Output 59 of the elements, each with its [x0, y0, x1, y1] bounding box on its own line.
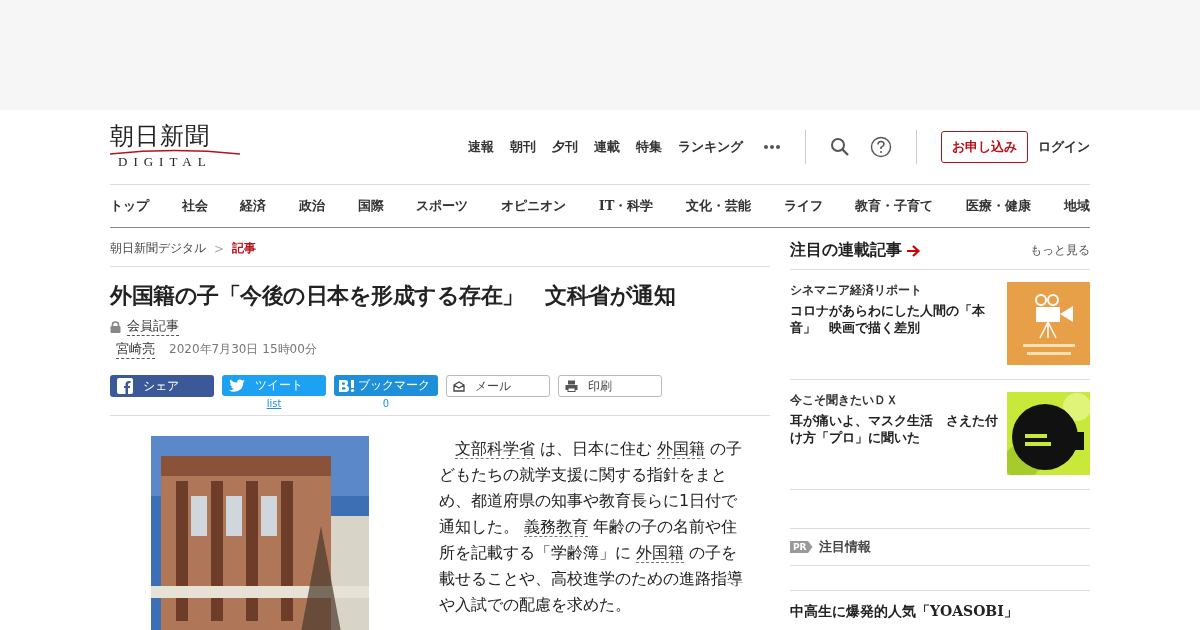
mail-icon: [453, 380, 465, 392]
top-link[interactable]: 速報: [468, 138, 494, 156]
nav-link[interactable]: トップ: [110, 197, 149, 215]
lock-icon: [110, 320, 121, 333]
top-link[interactable]: 連載: [594, 138, 620, 156]
search-icon[interactable]: [830, 137, 850, 157]
sidebar-title: 注目の連載記事: [790, 240, 902, 261]
author-name[interactable]: 宮崎亮: [116, 340, 155, 359]
series-label: 今こそ聞きたいＤＸ: [790, 392, 899, 409]
share-button[interactable]: シェア: [110, 375, 214, 397]
breadcrumb-separator: >: [214, 241, 225, 256]
login-link[interactable]: ログイン: [1038, 138, 1090, 156]
share-count[interactable]: 0: [382, 398, 390, 409]
nav-link[interactable]: スポーツ: [416, 197, 469, 215]
pr-title: 注目情報: [818, 538, 871, 556]
term-link[interactable]: 外国籍: [636, 543, 685, 563]
share-button[interactable]: メール: [446, 375, 550, 397]
top-link[interactable]: 朝刊: [510, 138, 536, 156]
nav-link[interactable]: 文化・芸能: [686, 197, 752, 215]
series-label: シネマニア経済リポート: [790, 282, 923, 299]
nav-link[interactable]: 教育・子育て: [855, 197, 934, 215]
breadcrumb-link[interactable]: 記事: [232, 240, 257, 257]
top-link[interactable]: ランキング: [678, 138, 743, 156]
article-paragraph: 文部科学省 は、日本に住む 外国籍 の子どもたちの就学支援に関する指針をまとめ、都道府県の知事や教育長らに1日付で通知した。 義務教育 年齢の子の名前や住所を記載する「学齢簿」に 外国籍 の子を載せることや、高校進学のための進路指導や入試での配慮を求めた。: [439, 438, 744, 616]
arrow-icon: [907, 244, 921, 257]
nav-link[interactable]: 社会: [181, 197, 208, 215]
top-link[interactable]: 夕刊: [552, 138, 578, 156]
nav-link[interactable]: 政治: [299, 197, 325, 215]
nav-link[interactable]: 国際: [357, 197, 384, 215]
bird-icon: [229, 378, 245, 393]
hatena-icon: [338, 378, 356, 393]
article-title: 外国籍の子「今後の日本を形成する存在」 文科省が通知: [110, 282, 676, 310]
term-link[interactable]: 外国籍: [657, 439, 706, 459]
nav-link[interactable]: ライフ: [783, 197, 823, 215]
help-icon[interactable]: [870, 136, 892, 158]
more-icon[interactable]: [763, 144, 781, 150]
share-button[interactable]: 印刷: [558, 375, 662, 397]
breadcrumb-link[interactable]: 朝日新聞デジタル: [110, 240, 206, 257]
headline-link[interactable]: 中高生に爆発的人気「YOASOBI」: [790, 603, 1090, 621]
pr-badge: PR: [790, 541, 813, 553]
headline-link[interactable]: コロナがあらわにした人間の「本音」 映画で描く差別: [790, 302, 1002, 336]
nav-link[interactable]: 医療・健康: [966, 197, 1032, 215]
term-link[interactable]: 文部科学省: [455, 439, 535, 459]
subscribe-button[interactable]: お申し込み: [941, 131, 1028, 163]
printer-icon: [565, 380, 578, 392]
nav-link[interactable]: 地域: [1063, 197, 1090, 215]
more-link[interactable]: もっと見る: [1030, 242, 1090, 259]
member-label[interactable]: 会員記事: [127, 317, 179, 336]
facebook-icon: [117, 378, 133, 394]
publish-date: 2020年7月30日 15時00分: [169, 341, 317, 358]
term-link[interactable]: 義務教育: [524, 517, 589, 537]
nav-link[interactable]: オピニオン: [501, 197, 567, 215]
top-link[interactable]: 特集: [636, 138, 662, 156]
share-count[interactable]: list: [266, 398, 282, 409]
share-button[interactable]: ブックマーク: [334, 375, 438, 396]
headline-link[interactable]: 耳が痛いよ、マスク生活 さえた付け方「プロ」に聞いた: [790, 412, 1002, 446]
nav-link[interactable]: 経済: [240, 197, 267, 215]
logo[interactable]: 朝日新聞 DIGITAL: [110, 123, 240, 169]
nav-link[interactable]: IT・科学: [598, 197, 654, 215]
